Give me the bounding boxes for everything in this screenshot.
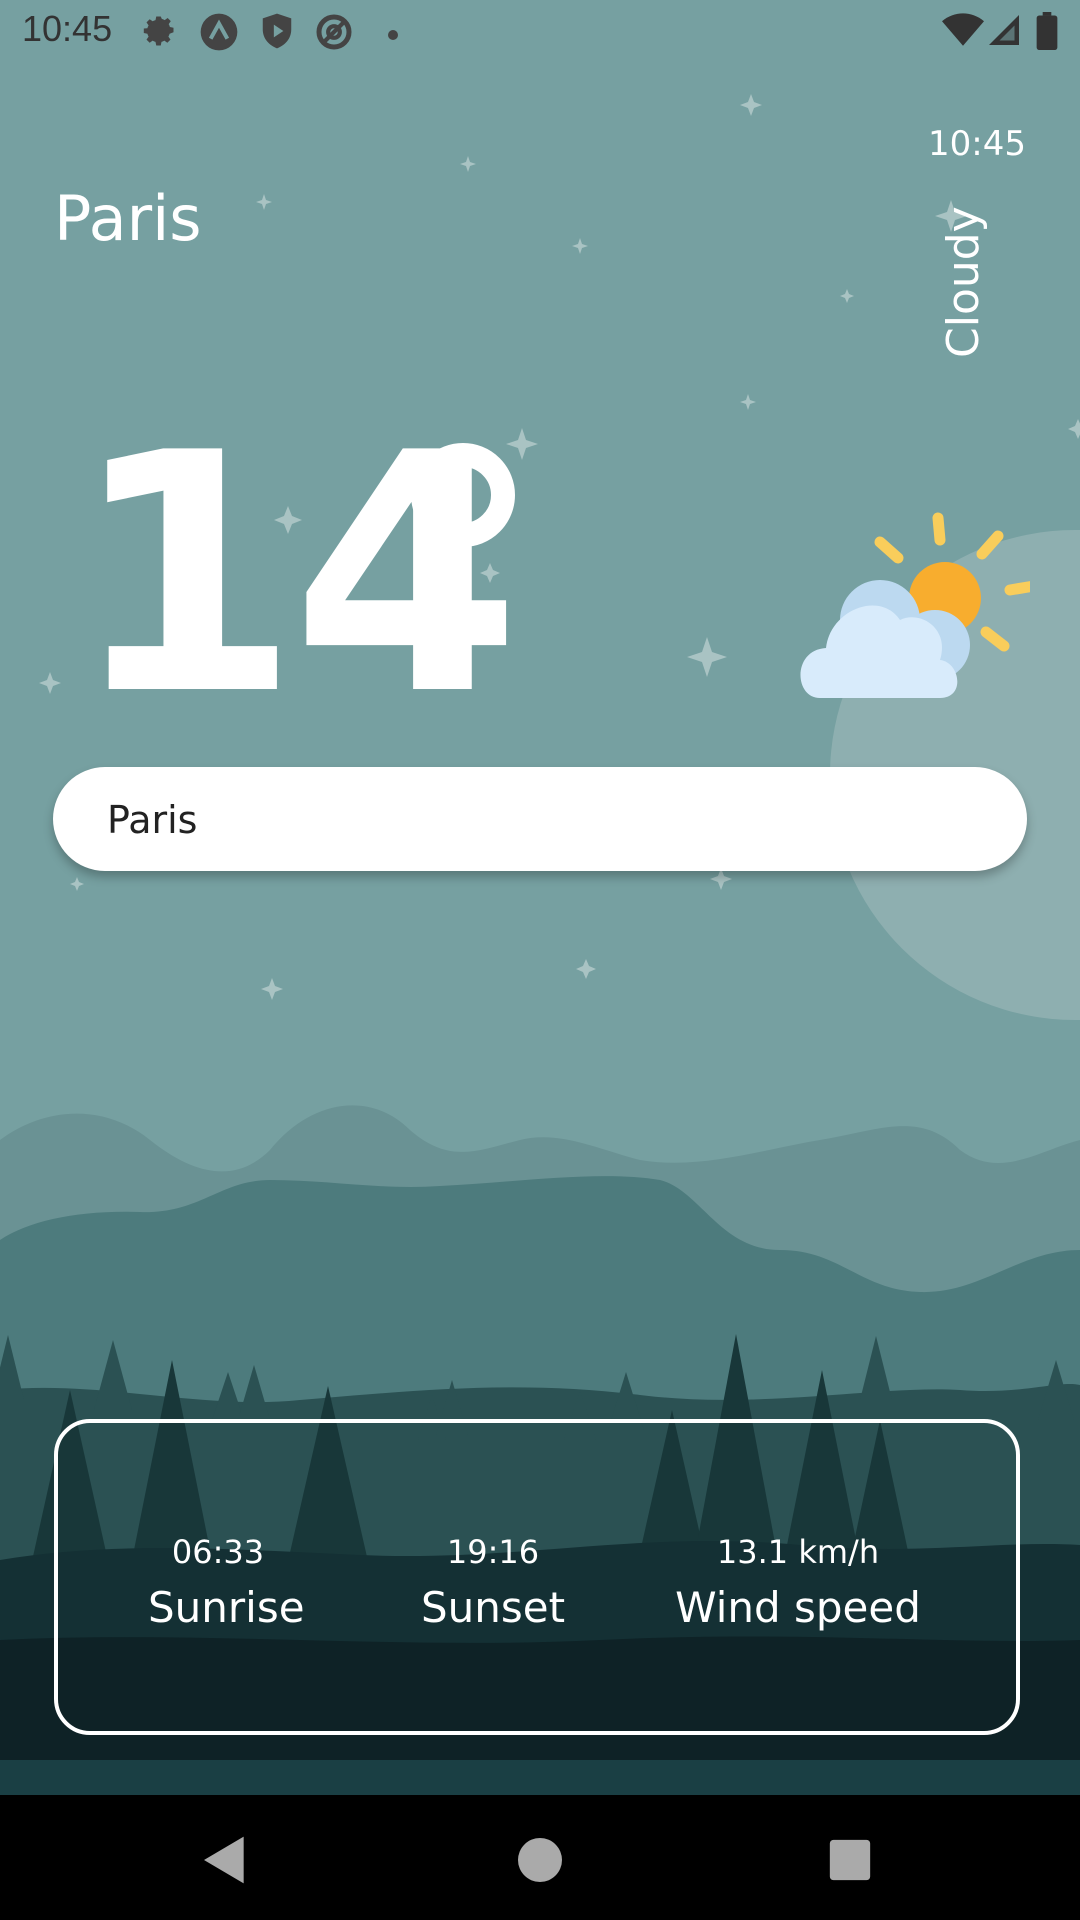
signal-icon [986, 12, 1022, 52]
wind-speed-item: 13.1 km/h Wind speed [658, 1533, 938, 1632]
city-search-box[interactable] [53, 767, 1027, 873]
app-icon-a [199, 12, 239, 56]
wind-speed-label: Wind speed [675, 1583, 921, 1632]
battery-icon [1036, 12, 1058, 54]
status-bar: 10:45 [0, 0, 1080, 64]
sunset-item: 19:16 Sunset [418, 1533, 568, 1632]
dot-icon [387, 26, 399, 45]
wind-speed-value: 13.1 km/h [716, 1533, 880, 1571]
at-icon [314, 12, 354, 56]
recents-icon[interactable] [815, 1825, 885, 1895]
partly-cloudy-icon [790, 510, 1040, 710]
sunset-label: Sunset [420, 1583, 566, 1632]
sunset-time: 19:16 [446, 1533, 540, 1571]
city-search-input[interactable] [105, 767, 989, 873]
current-time: 10:45 [928, 124, 1026, 164]
weather-details-card: 06:33 Sunrise 19:16 Sunset 13.1 km/h Win… [54, 1419, 1020, 1735]
city-title: Paris [54, 182, 202, 255]
settings-icon [142, 12, 178, 52]
sunrise-label: Sunrise [148, 1583, 305, 1632]
weather-condition: Cloudy [938, 206, 989, 358]
shield-play-icon [258, 12, 296, 54]
degree-symbol [408, 440, 518, 550]
wifi-icon [942, 12, 984, 52]
navigation-bar [0, 1795, 1080, 1920]
status-time: 10:45 [22, 8, 113, 49]
home-icon[interactable] [505, 1825, 575, 1895]
sunrise-time: 06:33 [171, 1533, 265, 1571]
sunrise-item: 06:33 Sunrise [148, 1533, 305, 1632]
back-icon[interactable] [190, 1825, 260, 1895]
